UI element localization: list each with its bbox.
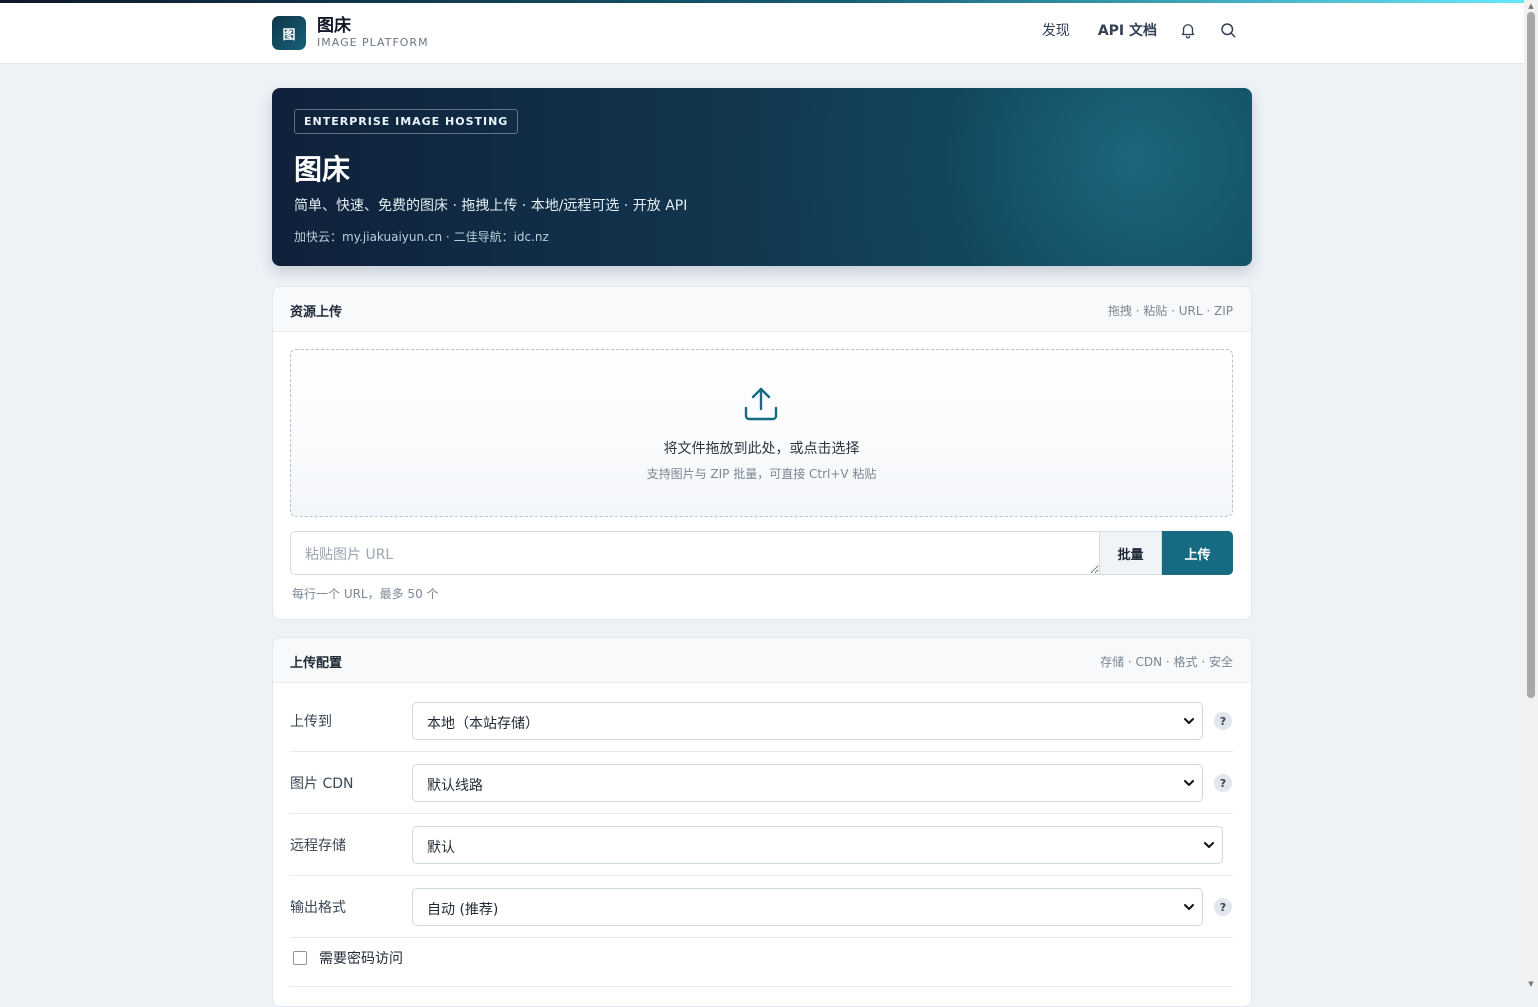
output-format-help-icon[interactable]: ? xyxy=(1214,898,1232,916)
upload-card-title: 资源上传 xyxy=(290,305,343,320)
remote-storage-value: 默认 xyxy=(427,840,455,856)
brand-subtitle: IMAGE PLATFORM xyxy=(317,35,429,49)
drop-zone-subtitle: 支持图片与 ZIP 批量，可直接 Ctrl+V 粘贴 xyxy=(646,467,877,481)
drop-zone-title: 将文件拖放到此处，或点击选择 xyxy=(663,441,860,457)
remote-storage-label: 远程存储 xyxy=(290,838,346,854)
config-card: 上传配置 存储 · CDN · 格式 · 安全 上传到 本地（本站存储） ? 图… xyxy=(272,637,1252,1007)
upload-button[interactable]: 上传 xyxy=(1162,531,1233,575)
config-card-header: 上传配置 存储 · CDN · 格式 · 安全 xyxy=(273,638,1251,683)
chevron-down-icon xyxy=(1184,904,1194,910)
cdn-label: 图片 CDN xyxy=(290,776,354,792)
url-hint: 每行一个 URL，最多 50 个 xyxy=(292,587,439,601)
hero-banner: ENTERPRISE IMAGE HOSTING 图床 简单、快速、免费的图床 … xyxy=(272,88,1252,266)
hero-title: 图床 xyxy=(294,153,351,186)
destination-help-icon[interactable]: ? xyxy=(1214,712,1232,730)
nav-links: 发现 API 文档 xyxy=(1014,20,1237,40)
scrollbar-thumb[interactable] xyxy=(1527,12,1535,698)
config-row-output-format: 输出格式 自动 (推荐) ? xyxy=(290,875,1233,938)
upload-card: 资源上传 拖拽 · 粘贴 · URL · ZIP 将文件拖放到此处，或点击选择 … xyxy=(272,286,1252,620)
chevron-down-icon xyxy=(1184,780,1194,786)
chevron-down-icon xyxy=(1204,842,1214,848)
config-card-title: 上传配置 xyxy=(290,656,343,671)
cdn-help-icon[interactable]: ? xyxy=(1214,774,1232,792)
upload-card-header: 资源上传 拖拽 · 粘贴 · URL · ZIP xyxy=(273,287,1251,332)
url-upload-row: 批量 上传 xyxy=(290,531,1233,575)
config-row-destination: 上传到 本地（本站存储） ? xyxy=(290,689,1233,752)
nav-discover-link[interactable]: 发现 xyxy=(1042,20,1070,40)
brand[interactable]: 图 图床 IMAGE PLATFORM xyxy=(272,16,429,50)
output-format-label: 输出格式 xyxy=(290,900,346,916)
output-format-select[interactable]: 自动 (推荐) xyxy=(412,888,1203,926)
upload-icon xyxy=(743,386,779,426)
brand-name: 图床 xyxy=(317,15,351,36)
destination-select[interactable]: 本地（本站存储） xyxy=(412,702,1203,740)
top-navbar: 图 图床 IMAGE PLATFORM 发现 API 文档 xyxy=(0,3,1524,64)
logo-icon: 图 xyxy=(272,16,306,50)
destination-label: 上传到 xyxy=(290,714,332,730)
brand-text: 图床 IMAGE PLATFORM xyxy=(317,15,429,50)
scroll-down-arrow-icon[interactable]: ▼ xyxy=(1527,980,1535,988)
hero-tag-badge: ENTERPRISE IMAGE HOSTING xyxy=(294,109,519,134)
config-row-remote-storage: 远程存储 默认 xyxy=(290,813,1233,876)
divider xyxy=(290,986,1233,987)
bell-icon[interactable] xyxy=(1179,21,1197,39)
config-row-cdn: 图片 CDN 默认线路 ? xyxy=(290,751,1233,814)
url-input[interactable] xyxy=(290,531,1099,575)
destination-value: 本地（本站存储） xyxy=(427,716,539,732)
password-option: 需要密码访问 xyxy=(290,948,403,968)
scroll-up-arrow-icon[interactable]: ▲ xyxy=(1527,2,1535,10)
search-icon[interactable] xyxy=(1219,21,1237,39)
config-card-meta: 存储 · CDN · 格式 · 安全 xyxy=(1100,655,1233,669)
hero-description: 简单、快速、免费的图床 · 拖拽上传 · 本地/远程可选 · 开放 API xyxy=(294,198,688,214)
password-checkbox[interactable] xyxy=(293,951,307,965)
remote-storage-select[interactable]: 默认 xyxy=(412,826,1223,864)
batch-button[interactable]: 批量 xyxy=(1099,531,1162,575)
file-drop-zone[interactable]: 将文件拖放到此处，或点击选择 支持图片与 ZIP 批量，可直接 Ctrl+V 粘… xyxy=(290,349,1233,517)
upload-card-meta: 拖拽 · 粘贴 · URL · ZIP xyxy=(1107,304,1233,318)
page-scrollbar[interactable]: ▲ ▼ xyxy=(1524,0,1538,990)
hero-partner-links[interactable]: 加快云：my.jiakuaiyun.cn · 二佳导航：idc.nz xyxy=(294,228,549,245)
cdn-value: 默认线路 xyxy=(427,778,483,794)
chevron-down-icon xyxy=(1184,718,1194,724)
output-format-value: 自动 (推荐) xyxy=(427,902,499,918)
cdn-select[interactable]: 默认线路 xyxy=(412,764,1203,802)
nav-api-docs-link[interactable]: API 文档 xyxy=(1098,20,1157,40)
password-checkbox-label[interactable]: 需要密码访问 xyxy=(319,948,403,968)
